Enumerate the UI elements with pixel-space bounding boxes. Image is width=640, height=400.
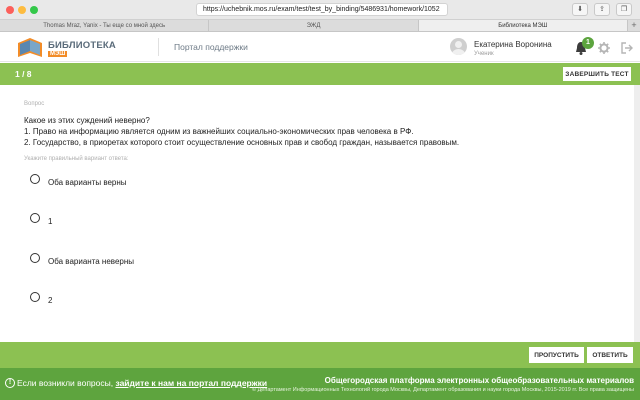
browser-tab-ezhd[interactable]: ЭЖД — [209, 20, 419, 31]
help-text: Если возникли вопросы, зайдите к нам на … — [17, 378, 267, 388]
browser-tab-music[interactable]: Thomas Mraz, Yanix - Ты еще со мной здес… — [0, 20, 210, 31]
radio-button[interactable] — [30, 174, 40, 184]
copyright: © Департамент Информационных Технологий … — [252, 387, 634, 393]
new-tab-icon[interactable]: + — [628, 20, 640, 31]
site-footer: ! Если возникли вопросы, зайдите к нам н… — [0, 368, 640, 400]
help-icon: ! — [5, 378, 15, 388]
radio-button[interactable] — [30, 253, 40, 263]
library-logo-icon[interactable] — [16, 35, 44, 59]
answer-option-label[interactable]: Оба варианты верны — [48, 178, 127, 187]
platform-title: Общегородская платформа электронных обще… — [324, 376, 634, 385]
answer-button[interactable]: ОТВЕТИТЬ — [587, 347, 633, 363]
skip-button[interactable]: ПРОПУСТИТЬ — [529, 347, 584, 363]
answer-option[interactable]: Оба варианта неверны — [30, 253, 330, 271]
question-text: Какое из этих суждений неверно? 1. Право… — [24, 115, 459, 149]
question-line: Какое из этих суждений неверно? — [24, 116, 150, 125]
answer-option-label[interactable]: 1 — [48, 217, 52, 226]
radio-button[interactable] — [30, 213, 40, 223]
question-line: 2. Государство, в приоретах которого сто… — [24, 138, 460, 148]
tab-bar: Thomas Mraz, Yanix - Ты еще со мной здес… — [0, 20, 640, 32]
answer-option[interactable]: 1 — [30, 213, 330, 231]
gear-icon[interactable] — [598, 42, 610, 54]
question-label: Вопрос — [24, 101, 45, 107]
radio-button[interactable] — [30, 292, 40, 302]
answer-option-label[interactable]: 2 — [48, 296, 52, 305]
tabs-overview-icon[interactable]: ❐ — [616, 3, 632, 16]
user-role: Ученик — [474, 51, 494, 57]
user-name[interactable]: Екатерина Воронина — [474, 40, 552, 49]
share-icon[interactable]: ⇪ — [594, 3, 610, 16]
question-line: 1. Право на информацию является одним из… — [24, 127, 414, 137]
question-counter: 1 / 8 — [15, 69, 32, 79]
logout-icon[interactable] — [621, 42, 633, 54]
address-bar[interactable]: https://uchebnik.mos.ru/exam/test/test_b… — [196, 3, 448, 16]
notification-badge: 1 — [582, 37, 594, 49]
test-progress-bar: 1 / 8 ЗАВЕРШИТЬ ТЕСТ — [0, 63, 640, 85]
minimize-window-icon[interactable] — [18, 6, 26, 14]
answer-hint: Укажите правильный вариант ответа: — [24, 156, 129, 162]
maximize-window-icon[interactable] — [30, 6, 38, 14]
logo-subtitle: МЭШ — [48, 51, 68, 57]
window-controls[interactable] — [6, 6, 38, 14]
answer-option[interactable]: Оба варианты верны — [30, 174, 330, 192]
answer-option[interactable]: 2 — [30, 292, 330, 310]
answer-option-label[interactable]: Оба варианта неверны — [48, 257, 134, 266]
support-portal-footer-link[interactable]: зайдите к нам на портал поддержки — [115, 378, 267, 388]
finish-test-button[interactable]: ЗАВЕРШИТЬ ТЕСТ — [563, 67, 631, 81]
browser-tab-library[interactable]: Библиотека МЭШ — [418, 20, 628, 31]
browser-toolbar: https://uchebnik.mos.ru/exam/test/test_b… — [0, 0, 640, 20]
support-portal-link[interactable]: Портал поддержки — [174, 42, 248, 52]
site-header: БИБЛИОТЕКА МЭШ Портал поддержки Екатерин… — [0, 32, 640, 62]
help-prefix: Если возникли вопросы, — [17, 378, 116, 388]
logo-title: БИБЛИОТЕКА — [48, 40, 116, 51]
close-window-icon[interactable] — [6, 6, 14, 14]
download-icon[interactable]: ⬇ — [572, 3, 588, 16]
question-panel: Вопрос Какое из этих суждений неверно? 1… — [0, 85, 640, 342]
header-divider — [158, 38, 159, 56]
answer-action-bar: ПРОПУСТИТЬ ОТВЕТИТЬ — [0, 342, 640, 368]
avatar[interactable] — [450, 38, 467, 55]
